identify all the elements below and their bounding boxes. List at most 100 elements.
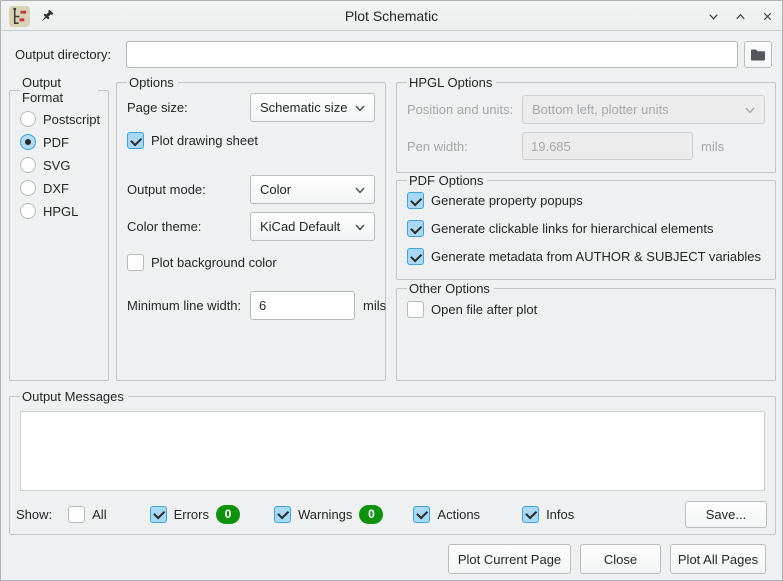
errors-label: Errors — [174, 507, 209, 522]
svg-radio[interactable] — [20, 157, 36, 173]
options-group: Options Page size: Schematic size Plot d… — [116, 75, 386, 381]
plot-drawing-sheet-row[interactable]: Plot drawing sheet — [127, 132, 375, 149]
show-label: Show: — [16, 507, 52, 522]
radio-label: HPGL — [43, 204, 78, 219]
radio-label: PDF — [43, 135, 69, 150]
radio-label: DXF — [43, 181, 69, 196]
output-directory-input[interactable] — [126, 41, 738, 68]
warnings-count-badge: 0 — [359, 505, 383, 524]
plot-all-pages-button[interactable]: Plot All Pages — [670, 544, 766, 574]
color-theme-value: KiCad Default — [260, 219, 340, 234]
window-title: Plot Schematic — [1, 8, 782, 24]
hpgl-options-title: HPGL Options — [407, 75, 496, 90]
plot-current-page-button[interactable]: Plot Current Page — [448, 544, 571, 574]
infos-label: Infos — [546, 507, 574, 522]
infos-checkbox[interactable] — [522, 506, 539, 523]
errors-count-badge: 0 — [216, 505, 240, 524]
postscript-radio[interactable] — [20, 111, 36, 127]
generate-metadata-label: Generate metadata from AUTHOR & SUBJECT … — [431, 249, 761, 264]
output-messages-area[interactable] — [20, 411, 765, 491]
plot-background-color-label: Plot background color — [151, 255, 277, 270]
actions-label: Actions — [437, 507, 480, 522]
output-messages-group: Output Messages Show: All Errors 0 Warni… — [9, 389, 776, 535]
warnings-label: Warnings — [298, 507, 352, 522]
page-size-value: Schematic size — [260, 100, 347, 115]
open-file-after-plot-checkbox[interactable] — [407, 301, 424, 318]
kicad-eeschema-icon — [9, 6, 30, 27]
options-title: Options — [127, 75, 178, 90]
format-option-dxf[interactable]: DXF — [20, 179, 98, 197]
other-options-group: Other Options Open file after plot — [396, 281, 776, 381]
pen-width-input — [522, 132, 693, 160]
filter-actions[interactable]: Actions — [413, 506, 480, 523]
generate-property-popups-label: Generate property popups — [431, 193, 583, 208]
output-directory-label: Output directory: — [15, 47, 111, 62]
color-theme-label: Color theme: — [127, 219, 250, 234]
folder-icon — [750, 48, 766, 62]
plot-background-color-checkbox[interactable] — [127, 254, 144, 271]
actions-checkbox[interactable] — [413, 506, 430, 523]
plot-background-color-row[interactable]: Plot background color — [127, 254, 375, 271]
output-mode-value: Color — [260, 182, 291, 197]
generate-clickable-links-row[interactable]: Generate clickable links for hierarchica… — [407, 220, 765, 237]
dialog-action-row: Plot Current Page Close Plot All Pages — [448, 544, 766, 574]
radio-label: Postscript — [43, 112, 100, 127]
open-file-after-plot-row[interactable]: Open file after plot — [407, 301, 765, 318]
message-filter-row: Show: All Errors 0 Warnings 0 Actions — [16, 499, 767, 529]
filter-infos[interactable]: Infos — [522, 506, 574, 523]
minimum-line-width-input[interactable] — [250, 291, 355, 320]
filter-errors[interactable]: Errors 0 — [150, 505, 240, 524]
chevron-down-icon — [744, 104, 756, 116]
format-option-svg[interactable]: SVG — [20, 156, 98, 174]
output-mode-dropdown[interactable]: Color — [250, 175, 375, 204]
chevron-down-icon — [354, 221, 366, 233]
pdf-options-title: PDF Options — [407, 173, 487, 188]
minimum-line-width-label: Minimum line width: — [127, 298, 250, 313]
save-button[interactable]: Save... — [685, 501, 767, 528]
output-format-title: Output Format — [20, 75, 98, 105]
hpgl-options-group: HPGL Options Position and units: Bottom … — [396, 75, 776, 173]
page-size-label: Page size: — [127, 100, 250, 115]
generate-metadata-checkbox[interactable] — [407, 248, 424, 265]
warnings-checkbox[interactable] — [274, 506, 291, 523]
pdf-options-group: PDF Options Generate property popups Gen… — [396, 173, 776, 280]
minimum-line-width-unit: mils — [363, 298, 386, 313]
all-checkbox[interactable] — [68, 506, 85, 523]
format-option-hpgl[interactable]: HPGL — [20, 202, 98, 220]
position-and-units-label: Position and units: — [407, 102, 522, 117]
chevron-up-icon[interactable] — [732, 8, 749, 25]
page-size-dropdown[interactable]: Schematic size — [250, 93, 375, 122]
generate-property-popups-row[interactable]: Generate property popups — [407, 192, 765, 209]
output-format-group: Output Format Postscript PDF SVG DXF HPG… — [9, 75, 109, 381]
pin-icon[interactable] — [39, 9, 54, 24]
chevron-down-icon — [354, 184, 366, 196]
generate-clickable-links-label: Generate clickable links for hierarchica… — [431, 221, 714, 236]
chevron-down-icon[interactable] — [705, 8, 722, 25]
open-file-after-plot-label: Open file after plot — [431, 302, 537, 317]
output-messages-title: Output Messages — [20, 389, 128, 404]
plot-drawing-sheet-checkbox[interactable] — [127, 132, 144, 149]
other-options-title: Other Options — [407, 281, 494, 296]
generate-property-popups-checkbox[interactable] — [407, 192, 424, 209]
browse-output-directory-button[interactable] — [744, 41, 772, 68]
format-option-postscript[interactable]: Postscript — [20, 110, 98, 128]
radio-label: SVG — [43, 158, 70, 173]
filter-warnings[interactable]: Warnings 0 — [274, 505, 383, 524]
generate-clickable-links-checkbox[interactable] — [407, 220, 424, 237]
generate-metadata-row[interactable]: Generate metadata from AUTHOR & SUBJECT … — [407, 248, 765, 265]
format-option-pdf[interactable]: PDF — [20, 133, 98, 151]
filter-all[interactable]: All — [68, 506, 106, 523]
output-mode-label: Output mode: — [127, 182, 250, 197]
color-theme-dropdown[interactable]: KiCad Default — [250, 212, 375, 241]
hpgl-radio[interactable] — [20, 203, 36, 219]
position-and-units-dropdown: Bottom left, plotter units — [522, 95, 765, 124]
chevron-down-icon — [354, 102, 366, 114]
close-button[interactable]: Close — [580, 544, 661, 574]
close-icon[interactable] — [759, 8, 776, 25]
pen-width-label: Pen width: — [407, 139, 522, 154]
plot-drawing-sheet-label: Plot drawing sheet — [151, 133, 258, 148]
errors-checkbox[interactable] — [150, 506, 167, 523]
title-bar: Plot Schematic — [1, 1, 782, 31]
pdf-radio[interactable] — [20, 134, 36, 150]
dxf-radio[interactable] — [20, 180, 36, 196]
